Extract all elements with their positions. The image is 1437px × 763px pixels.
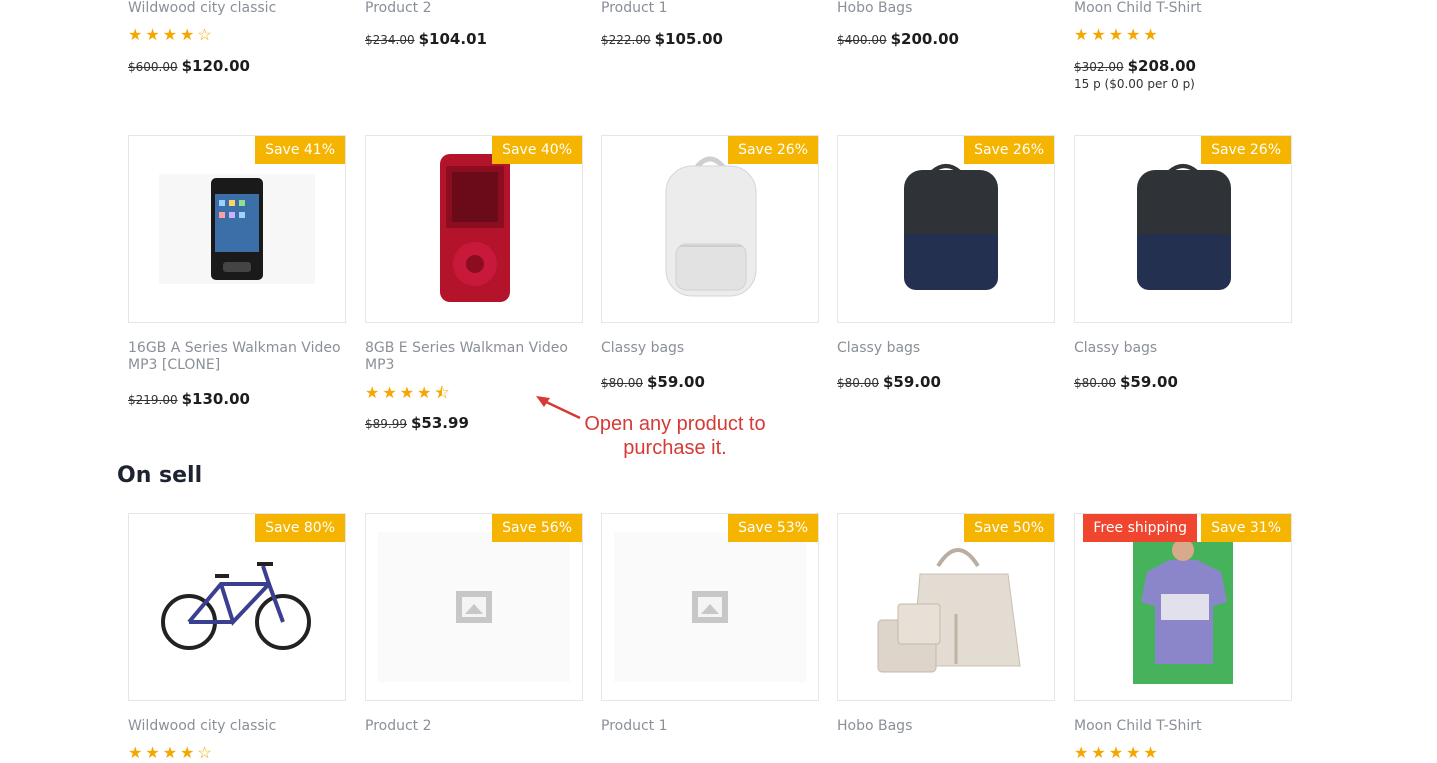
product-image[interactable]: Save 56%	[365, 513, 583, 701]
product-price: $80.00 $59.00	[1074, 373, 1292, 391]
sale-price: $59.00	[883, 373, 941, 391]
product-name[interactable]: Product 1	[601, 718, 819, 735]
unit-price: 15 p ($0.00 per 0 p)	[1074, 77, 1195, 91]
product-card[interactable]: Save 56% Product 2	[365, 513, 583, 735]
product-name[interactable]: Product 2	[365, 0, 583, 17]
image-placeholder-icon	[456, 591, 492, 623]
old-price: $302.00	[1074, 60, 1124, 74]
sale-price: $208.00	[1127, 57, 1196, 75]
product-name[interactable]: Moon Child T-Shirt	[1074, 718, 1292, 735]
old-price: $89.99	[365, 417, 407, 431]
product-image[interactable]: Free shipping Save 31%	[1074, 513, 1292, 701]
section-title: On sell	[117, 463, 203, 488]
rating-stars: ★★★★☆	[128, 745, 215, 762]
product-card[interactable]: Free shipping Save 31% Moon Child T-Shir…	[1074, 513, 1292, 762]
rating-stars: ★★★★★	[1074, 27, 1161, 44]
annotation-note: Open any product to purchase it.	[584, 413, 766, 459]
sale-price: $105.00	[654, 30, 723, 48]
product-name[interactable]: 16GB A Series Walkman Video MP3 [CLONE]	[128, 340, 346, 374]
sale-price: $130.00	[181, 390, 250, 408]
discount-badge: Save 50%	[964, 514, 1054, 542]
free-shipping-badge: Free shipping	[1083, 514, 1198, 542]
product-name[interactable]: Classy bags	[837, 340, 1055, 357]
product-name[interactable]: 8GB E Series Walkman Video MP3	[365, 340, 583, 374]
product-price: $234.00 $104.01	[365, 30, 583, 48]
old-price: $80.00	[601, 376, 643, 390]
product-card[interactable]: Hobo Bags $400.00 $200.00	[837, 0, 1055, 48]
discount-badge: Save 56%	[492, 514, 582, 542]
sale-price: $59.00	[1120, 373, 1178, 391]
product-card[interactable]: Product 1 $222.00 $105.00	[601, 0, 819, 48]
product-image[interactable]: Save 80%	[128, 513, 346, 701]
image-placeholder	[614, 532, 806, 682]
product-card[interactable]: Save 50% Hobo Bags	[837, 513, 1055, 735]
product-name[interactable]: Classy bags	[1074, 340, 1292, 357]
discount-badge: Save 41%	[255, 136, 345, 164]
old-price: $234.00	[365, 33, 415, 47]
product-card[interactable]: Product 2 $234.00 $104.01	[365, 0, 583, 48]
image-placeholder	[378, 532, 570, 682]
product-name[interactable]: Product 1	[601, 0, 819, 17]
product-card[interactable]: Wildwood city classic ★★★★☆ $600.00 $120.…	[128, 0, 346, 75]
sale-price: $104.01	[418, 30, 487, 48]
old-price: $219.00	[128, 393, 178, 407]
product-price: $80.00 $59.00	[601, 373, 819, 391]
product-image[interactable]: Save 41%	[128, 135, 346, 323]
old-price: $80.00	[1074, 376, 1116, 390]
discount-badge: Save 26%	[1201, 136, 1291, 164]
image-placeholder-icon	[692, 591, 728, 623]
product-image[interactable]: Save 50%	[837, 513, 1055, 701]
product-image[interactable]: Save 26%	[601, 135, 819, 323]
sale-price: $120.00	[181, 57, 250, 75]
product-card[interactable]: Moon Child T-Shirt ★★★★★ $302.00 $208.00 …	[1074, 0, 1292, 91]
product-name[interactable]: Hobo Bags	[837, 0, 1055, 17]
product-image[interactable]: Save 53%	[601, 513, 819, 701]
sale-price: $53.99	[411, 414, 469, 432]
sale-price: $200.00	[890, 30, 959, 48]
product-card[interactable]: Save 26% Classy bags $80.00 $59.00	[837, 135, 1055, 391]
product-name[interactable]: Product 2	[365, 718, 583, 735]
product-card[interactable]: Save 53% Product 1	[601, 513, 819, 735]
product-price: $219.00 $130.00	[128, 390, 346, 408]
product-price: $80.00 $59.00	[837, 373, 1055, 391]
product-name[interactable]: Moon Child T-Shirt	[1074, 0, 1292, 17]
discount-badge: Save 26%	[728, 136, 818, 164]
old-price: $222.00	[601, 33, 651, 47]
rating-stars: ★★★★★	[1074, 745, 1161, 762]
product-name[interactable]: Hobo Bags	[837, 718, 1055, 735]
old-price: $80.00	[837, 376, 879, 390]
discount-badge: Save 80%	[255, 514, 345, 542]
product-price: $400.00 $200.00	[837, 30, 1055, 48]
product-card[interactable]: Save 40% 8GB E Series Walkman Video MP3 …	[365, 135, 583, 432]
product-image[interactable]: Save 40%	[365, 135, 583, 323]
product-name[interactable]: Wildwood city classic	[128, 0, 346, 17]
product-price: $600.00 $120.00	[128, 57, 346, 75]
product-image[interactable]: Save 26%	[1074, 135, 1292, 323]
product-card[interactable]: Save 80% Wildwood city classic ★★★★☆	[128, 513, 346, 762]
product-price: $222.00 $105.00	[601, 30, 819, 48]
discount-badge: Save 26%	[964, 136, 1054, 164]
product-name[interactable]: Classy bags	[601, 340, 819, 357]
old-price: $600.00	[128, 60, 178, 74]
discount-badge: Save 31%	[1201, 514, 1291, 542]
product-card[interactable]: Save 26% Classy bags $80.00 $59.00	[1074, 135, 1292, 391]
product-price: $302.00 $208.00	[1074, 57, 1292, 75]
rating-stars: ★★★★☆	[128, 27, 215, 44]
sale-price: $59.00	[647, 373, 705, 391]
discount-badge: Save 53%	[728, 514, 818, 542]
product-card[interactable]: Save 26% Classy bags $80.00 $59.00	[601, 135, 819, 391]
product-name[interactable]: Wildwood city classic	[128, 718, 346, 735]
discount-badge: Save 40%	[492, 136, 582, 164]
old-price: $400.00	[837, 33, 887, 47]
product-image[interactable]: Save 26%	[837, 135, 1055, 323]
product-card[interactable]: Save 41% 16GB A Series Walkman Video MP3…	[128, 135, 346, 408]
